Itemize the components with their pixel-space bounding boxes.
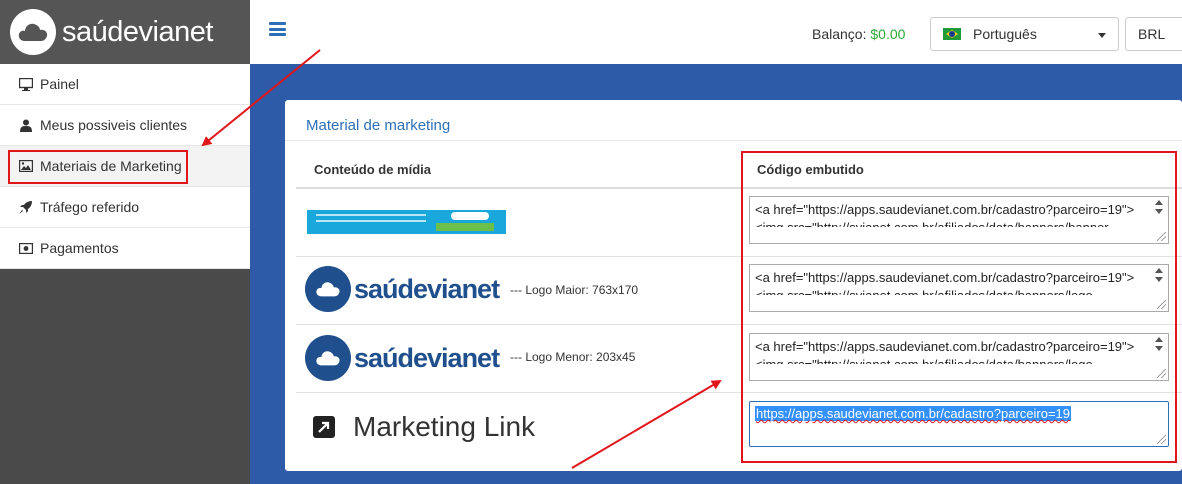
arrow-to-link xyxy=(571,379,722,469)
arrow-to-menu xyxy=(201,49,321,147)
annotation-arrows xyxy=(201,49,722,469)
